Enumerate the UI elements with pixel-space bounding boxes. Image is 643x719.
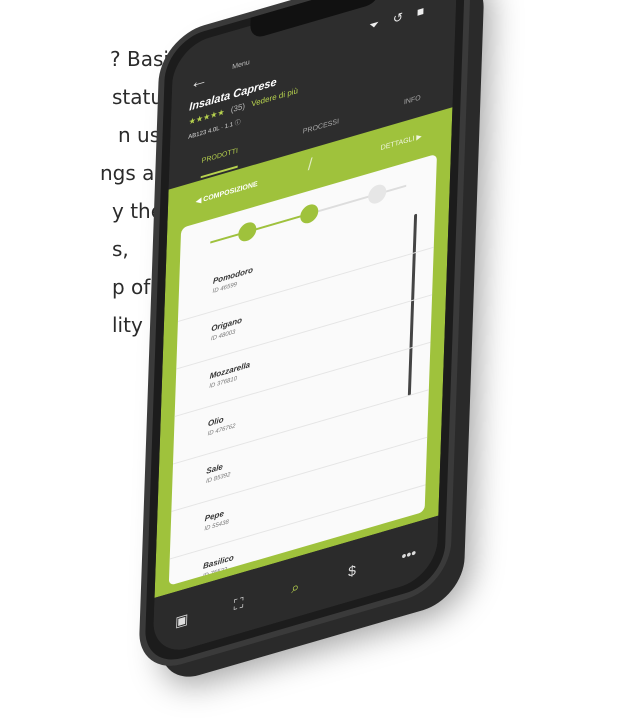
arrow-left-icon[interactable]: ← [190,68,209,94]
filter-icon[interactable]: ⏷ [369,12,393,33]
header-top-label: Menu [232,58,250,72]
composition-link[interactable]: ◀ COMPOSIZIONE [196,180,258,206]
divider: / [307,155,313,175]
more-icon[interactable]: ••• [394,542,425,567]
rating-count: (35) [230,101,246,115]
details-link[interactable]: DETTAGLI ▶ [381,132,422,152]
ingredients-card: Pomodoro ID 46599 Origano ID 48003 Mozza… [168,153,437,586]
search-icon[interactable]: ⌕ [280,574,311,600]
book-icon[interactable]: ▣ [167,607,198,633]
step-2-dot[interactable] [299,202,319,226]
dollar-icon[interactable]: $ [337,558,368,583]
phone-screen: ← Menu ⏷↺■ Insalata Caprese ★★★★★ (35) V… [152,0,458,659]
page: ? Basically status of a n use the ngs an… [0,0,643,719]
step-3-dot[interactable] [367,182,387,206]
phone-mockup: ← Menu ⏷↺■ Insalata Caprese ★★★★★ (35) V… [40,0,640,708]
step-1-dot[interactable] [237,220,257,244]
stepper-progress [210,213,309,244]
scan-icon[interactable]: ⛶ [223,591,254,617]
tab-info[interactable]: INFO [403,86,421,119]
history-icon[interactable]: ↺ [393,5,418,26]
edit-icon[interactable]: ■ [417,0,439,20]
phone-body: ← Menu ⏷↺■ Insalata Caprese ★★★★★ (35) V… [137,0,472,677]
header-actions: ⏷↺■ [369,0,438,34]
